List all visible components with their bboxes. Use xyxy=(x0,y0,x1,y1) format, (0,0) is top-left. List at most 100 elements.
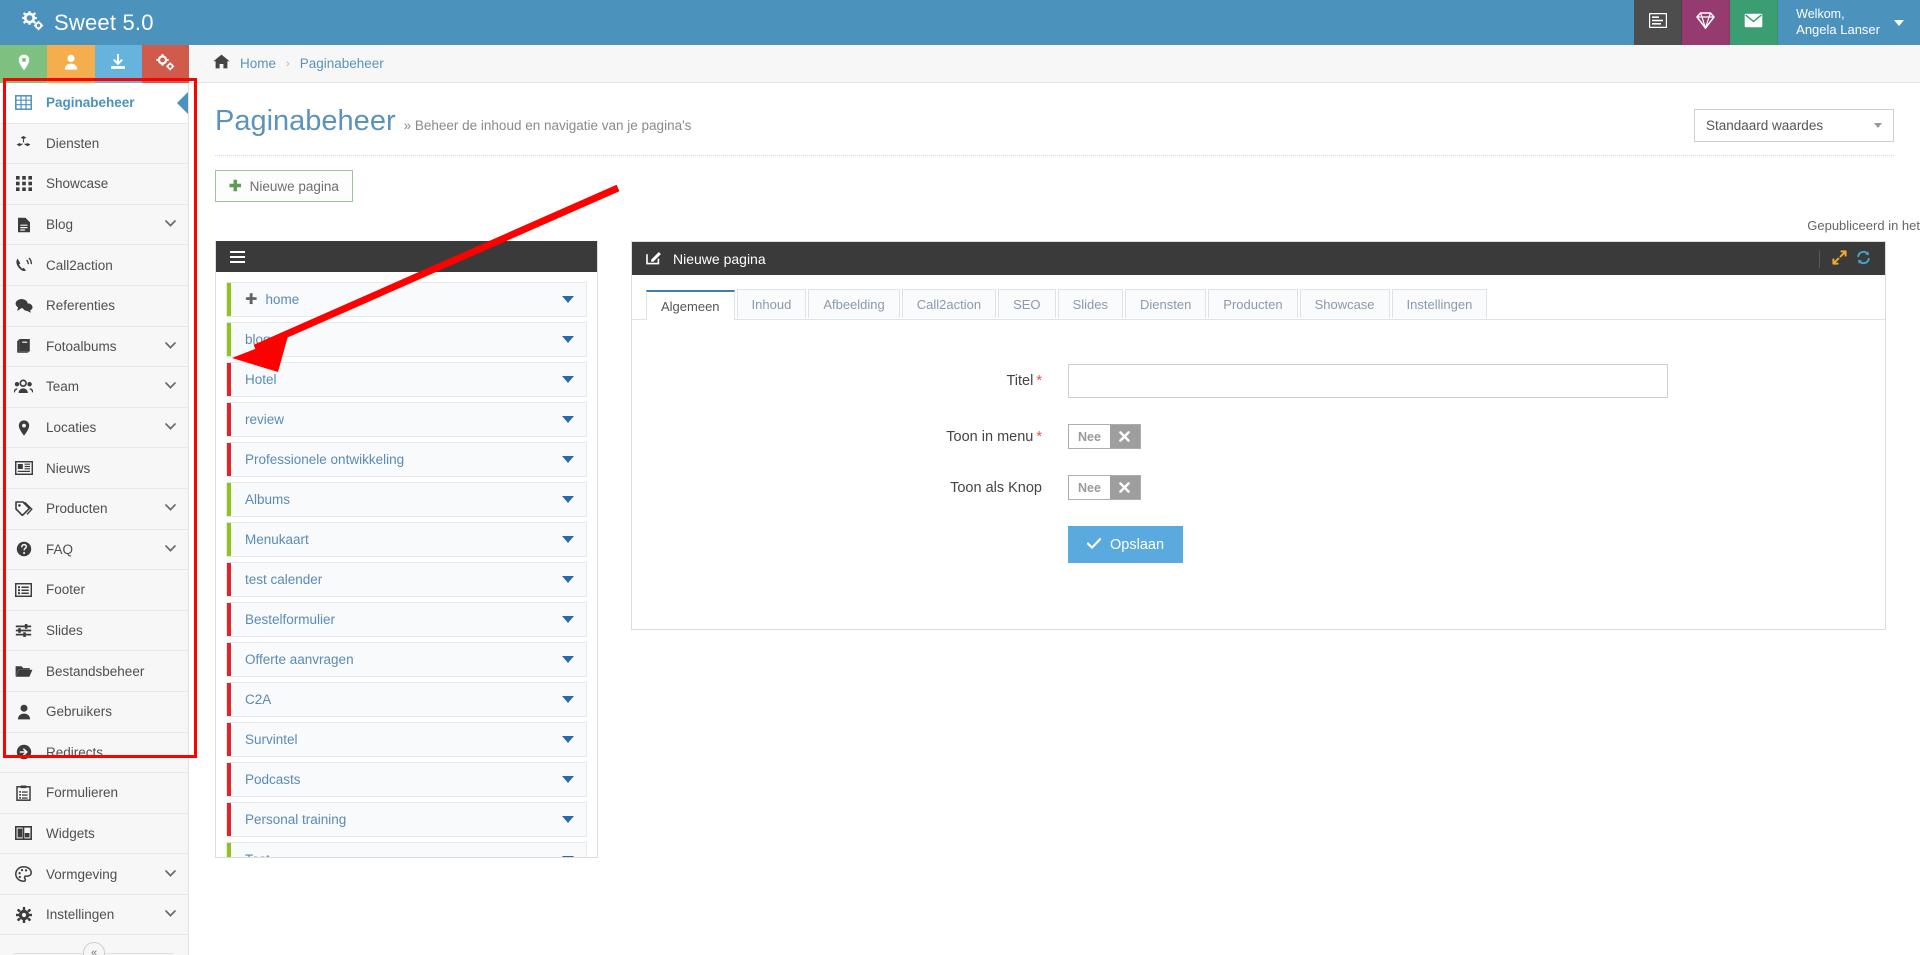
sidebar-item-gebruikers[interactable]: Gebruikers xyxy=(0,691,188,733)
quick-map-marker-button[interactable] xyxy=(0,45,48,83)
new-page-button[interactable]: ✚ Nieuwe pagina xyxy=(215,170,353,202)
caret-down-icon[interactable] xyxy=(562,296,574,303)
plus-icon[interactable]: ➕ xyxy=(245,294,257,305)
sidebar-item-instellingen[interactable]: Instellingen xyxy=(0,894,188,936)
sidebar-item-referenties[interactable]: Referenties xyxy=(0,285,188,327)
gem-icon-button[interactable] xyxy=(1682,0,1731,45)
tree-item[interactable]: Hotel xyxy=(226,362,587,397)
tree-item[interactable]: Podcasts xyxy=(226,762,587,797)
tree-item[interactable]: blog xyxy=(226,322,587,357)
hamburger-icon[interactable] xyxy=(230,250,245,263)
caret-down-icon[interactable] xyxy=(562,496,574,503)
caret-down-icon[interactable] xyxy=(562,736,574,743)
form-panel-title: Nieuwe pagina xyxy=(673,250,766,267)
page-tree-list: ➕ home blog Hotel review Professionele ontwik… xyxy=(216,272,597,857)
breadcrumb-current[interactable]: Paginabeheer xyxy=(300,56,384,71)
tree-item[interactable]: Survintel xyxy=(226,722,587,757)
toon-in-menu-toggle[interactable]: Nee xyxy=(1068,424,1141,449)
tab-producten[interactable]: Producten xyxy=(1208,289,1298,318)
sidebar-item-team[interactable]: Team xyxy=(0,367,188,408)
chevron-down-icon[interactable] xyxy=(165,341,176,352)
sidebar-item-diensten[interactable]: Diensten xyxy=(0,123,188,165)
chevron-down-icon[interactable] xyxy=(165,381,176,392)
tree-item[interactable]: Menukaart xyxy=(226,522,587,557)
caret-down-icon[interactable] xyxy=(562,616,574,623)
expand-icon[interactable] xyxy=(1832,249,1847,268)
sidebar-item-label: Fotoalbums xyxy=(46,338,117,354)
times-icon[interactable] xyxy=(1109,476,1140,499)
sidebar-item-faq[interactable]: FAQ xyxy=(0,529,188,571)
values-select[interactable]: Standaard waardes xyxy=(1694,109,1894,142)
sidebar-item-nieuws[interactable]: Nieuws xyxy=(0,448,188,489)
app-brand[interactable]: Sweet 5.0 xyxy=(0,0,189,45)
caret-down-icon[interactable] xyxy=(562,536,574,543)
sidebar-item-footer[interactable]: Footer xyxy=(0,570,188,611)
sidebar-item-widgets[interactable]: Widgets xyxy=(0,813,188,855)
tab-afbeelding[interactable]: Afbeelding xyxy=(808,289,900,318)
tree-item[interactable]: Offerte aanvragen xyxy=(226,642,587,677)
caret-down-icon[interactable] xyxy=(562,456,574,463)
tree-item-label: Albums xyxy=(245,492,291,507)
caret-down-icon[interactable] xyxy=(562,376,574,383)
tree-item[interactable]: ➕ home xyxy=(226,282,587,317)
caret-down-icon[interactable] xyxy=(562,576,574,583)
save-button[interactable]: Opslaan xyxy=(1068,526,1184,563)
sidebar-item-vormgeving[interactable]: Vormgeving xyxy=(0,854,188,895)
titel-input[interactable] xyxy=(1068,364,1668,398)
sidebar-item-showcase[interactable]: Showcase xyxy=(0,164,188,205)
quick-download-button[interactable] xyxy=(94,45,142,83)
sidebar-item-formulieren[interactable]: Formulieren xyxy=(0,773,188,814)
page-tree-panel: ➕ home blog Hotel review Professionele ontwik… xyxy=(215,241,598,858)
tree-item[interactable]: review xyxy=(226,402,587,437)
quick-cogs-button[interactable] xyxy=(141,45,189,83)
list-icon-button[interactable] xyxy=(1634,0,1683,45)
chevron-down-icon[interactable] xyxy=(165,909,176,920)
toon-als-knop-toggle[interactable]: Nee xyxy=(1068,475,1141,500)
chevron-down-icon[interactable] xyxy=(165,544,176,555)
times-icon[interactable] xyxy=(1109,425,1140,448)
tree-item[interactable]: Professionele ontwikkeling xyxy=(226,442,587,477)
chevron-down-icon[interactable] xyxy=(165,503,176,514)
tree-item[interactable]: Albums xyxy=(226,482,587,517)
chevron-down-icon[interactable] xyxy=(165,422,176,433)
sidebar-item-producten[interactable]: Producten xyxy=(0,488,188,530)
caret-down-icon[interactable] xyxy=(562,416,574,423)
caret-down-icon[interactable] xyxy=(562,656,574,663)
envelope-icon-button[interactable] xyxy=(1730,0,1779,45)
tab-diensten[interactable]: Diensten xyxy=(1124,289,1207,318)
tab-seo[interactable]: SEO xyxy=(998,289,1056,318)
chevron-down-icon[interactable] xyxy=(165,869,176,880)
tree-item[interactable]: test calender xyxy=(226,562,587,597)
tab-algemeen[interactable]: Algemeen xyxy=(646,290,735,320)
tab-showcase[interactable]: Showcase xyxy=(1299,289,1390,318)
sidebar-collapse-button[interactable]: « xyxy=(83,942,105,955)
sidebar-item-slides[interactable]: Slides xyxy=(0,610,188,652)
tab-inhoud[interactable]: Inhoud xyxy=(736,289,807,318)
tree-item[interactable]: C2A xyxy=(226,682,587,717)
user-menu[interactable]: Welkom, Angela Lanser xyxy=(1778,0,1920,45)
sidebar-item-call2action[interactable]: Call2action xyxy=(0,245,188,286)
sidebar-item-fotoalbums[interactable]: Fotoalbums xyxy=(0,326,188,368)
caret-down-icon[interactable] xyxy=(562,856,574,857)
sidebar-item-blog[interactable]: Blog xyxy=(0,204,188,246)
refresh-icon[interactable] xyxy=(1856,250,1871,268)
quick-user-button[interactable] xyxy=(47,45,95,83)
field-row-titel: Titel * xyxy=(632,364,1885,398)
sidebar-item-bestandsbeheer[interactable]: Bestandsbeheer xyxy=(0,651,188,692)
tree-item[interactable]: Personal training xyxy=(226,802,587,837)
caret-down-icon[interactable] xyxy=(562,696,574,703)
sidebar-item-locaties[interactable]: Locaties xyxy=(0,407,188,449)
sidebar-item-redirects[interactable]: Redirects xyxy=(0,732,188,774)
tree-item[interactable]: Test xyxy=(226,842,587,857)
tab-call2action[interactable]: Call2action xyxy=(901,289,997,318)
caret-down-icon[interactable] xyxy=(562,816,574,823)
tab-instellingen[interactable]: Instellingen xyxy=(1391,289,1488,318)
tab-slides[interactable]: Slides xyxy=(1057,289,1123,318)
chevron-down-icon[interactable] xyxy=(165,219,176,230)
caret-down-icon[interactable] xyxy=(562,336,574,343)
breadcrumb-home[interactable]: Home xyxy=(240,56,276,71)
sidebar-item-paginabeheer[interactable]: Paginabeheer xyxy=(0,83,188,124)
caret-down-icon[interactable] xyxy=(562,776,574,783)
tree-item[interactable]: Bestelformulier xyxy=(226,602,587,637)
page-tree-header xyxy=(216,241,597,272)
